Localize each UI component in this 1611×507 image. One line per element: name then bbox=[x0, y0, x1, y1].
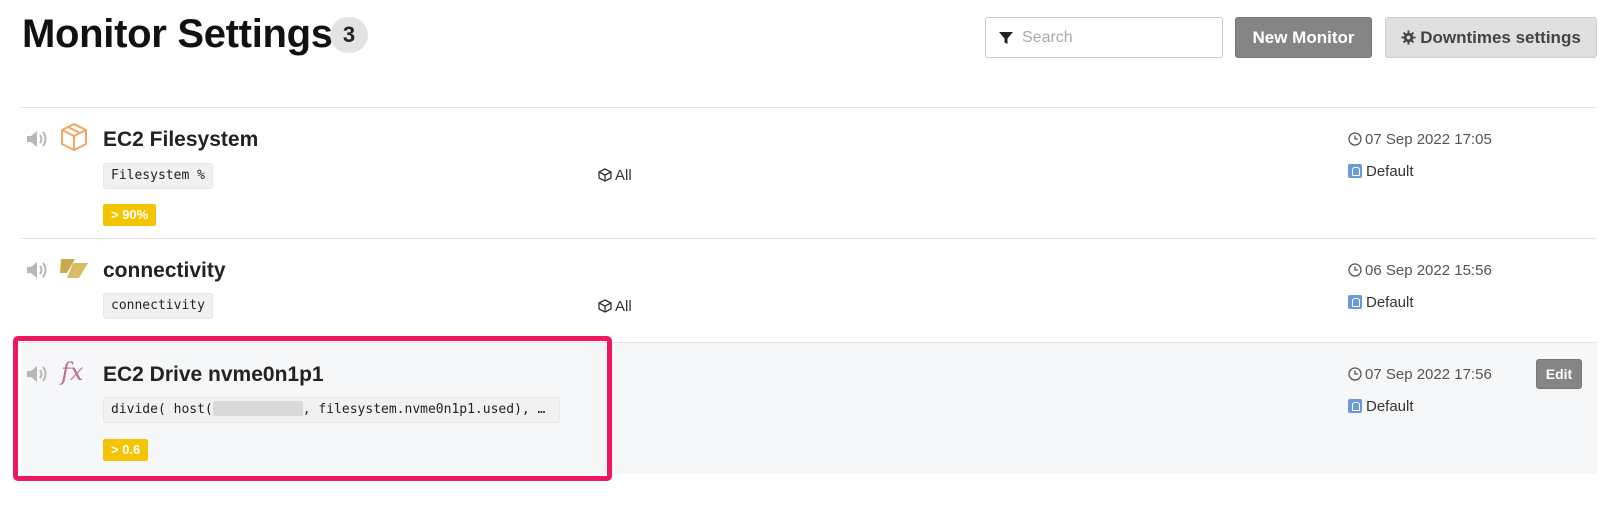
metric-prefix: divide( host( bbox=[111, 402, 213, 417]
notification-text: Default bbox=[1366, 163, 1414, 180]
cube-outline-icon bbox=[61, 123, 87, 151]
notification-icon bbox=[1348, 295, 1362, 309]
box-icon bbox=[598, 299, 612, 313]
threshold-badge: > 0.6 bbox=[103, 439, 149, 461]
new-monitor-button[interactable]: New Monitor bbox=[1235, 17, 1372, 58]
search-input[interactable] bbox=[1022, 26, 1212, 50]
page-title: Monitor Settings bbox=[22, 12, 333, 56]
updated-date: 07 Sep 2022 17:05 bbox=[1348, 131, 1492, 148]
notification-channel[interactable]: Default bbox=[1348, 294, 1414, 311]
clock-icon bbox=[1348, 132, 1362, 146]
notification-channel[interactable]: Default bbox=[1348, 398, 1414, 415]
notification-icon bbox=[1348, 164, 1362, 178]
search-box[interactable] bbox=[985, 17, 1223, 58]
monitor-name[interactable]: EC2 Drive nvme0n1p1 bbox=[103, 363, 324, 387]
speaker-icon[interactable] bbox=[25, 363, 49, 385]
scope-text: All bbox=[615, 298, 632, 315]
scope-label: All bbox=[598, 167, 632, 184]
edit-button[interactable]: Edit bbox=[1536, 359, 1582, 389]
metric-expression: Filesystem % bbox=[103, 163, 213, 189]
speaker-icon[interactable] bbox=[25, 259, 49, 281]
notification-text: Default bbox=[1366, 294, 1414, 311]
monitor-name[interactable]: EC2 Filesystem bbox=[103, 128, 258, 152]
date-text: 07 Sep 2022 17:05 bbox=[1365, 131, 1492, 148]
monitor-row[interactable]: connectivity connectivity All 06 Sep 202… bbox=[21, 238, 1597, 342]
date-text: 06 Sep 2022 15:56 bbox=[1365, 262, 1492, 279]
downtimes-settings-label: Downtimes settings bbox=[1420, 28, 1581, 47]
monitor-row[interactable]: EC2 Filesystem Filesystem % > 90% All 07… bbox=[21, 107, 1597, 238]
redacted-host bbox=[212, 401, 303, 416]
notification-text: Default bbox=[1366, 398, 1414, 415]
notification-channel[interactable]: Default bbox=[1348, 163, 1414, 180]
scope-label: All bbox=[598, 298, 632, 315]
clock-icon bbox=[1348, 367, 1362, 381]
metric-suffix: , filesystem.nvme0n1p1.used), … bbox=[302, 402, 546, 417]
svg-text:fx: fx bbox=[59, 358, 84, 386]
connectivity-icon bbox=[60, 259, 88, 278]
page-header: Monitor Settings 3 New Monitor Downtimes… bbox=[0, 0, 1611, 80]
updated-date: 07 Sep 2022 17:56 bbox=[1348, 366, 1492, 383]
metric-expression: connectivity bbox=[103, 293, 213, 319]
downtimes-settings-button[interactable]: Downtimes settings bbox=[1385, 17, 1597, 58]
clock-icon bbox=[1348, 263, 1362, 277]
monitor-count-badge: 3 bbox=[330, 17, 368, 53]
threshold-badge: > 90% bbox=[103, 204, 157, 226]
monitor-name[interactable]: connectivity bbox=[103, 259, 226, 283]
filter-icon bbox=[999, 32, 1013, 44]
notification-icon bbox=[1348, 399, 1362, 413]
scope-text: All bbox=[615, 167, 632, 184]
metric-expression: divide( host( , filesystem.nvme0n1p1.used… bbox=[103, 397, 560, 423]
gear-icon bbox=[1401, 30, 1416, 45]
fx-icon: fx bbox=[59, 358, 84, 386]
monitor-row[interactable]: fx EC2 Drive nvme0n1p1 divide( host( , fi… bbox=[21, 342, 1597, 474]
speaker-icon[interactable] bbox=[25, 128, 49, 150]
box-icon bbox=[598, 168, 612, 182]
updated-date: 06 Sep 2022 15:56 bbox=[1348, 262, 1492, 279]
date-text: 07 Sep 2022 17:56 bbox=[1365, 366, 1492, 383]
